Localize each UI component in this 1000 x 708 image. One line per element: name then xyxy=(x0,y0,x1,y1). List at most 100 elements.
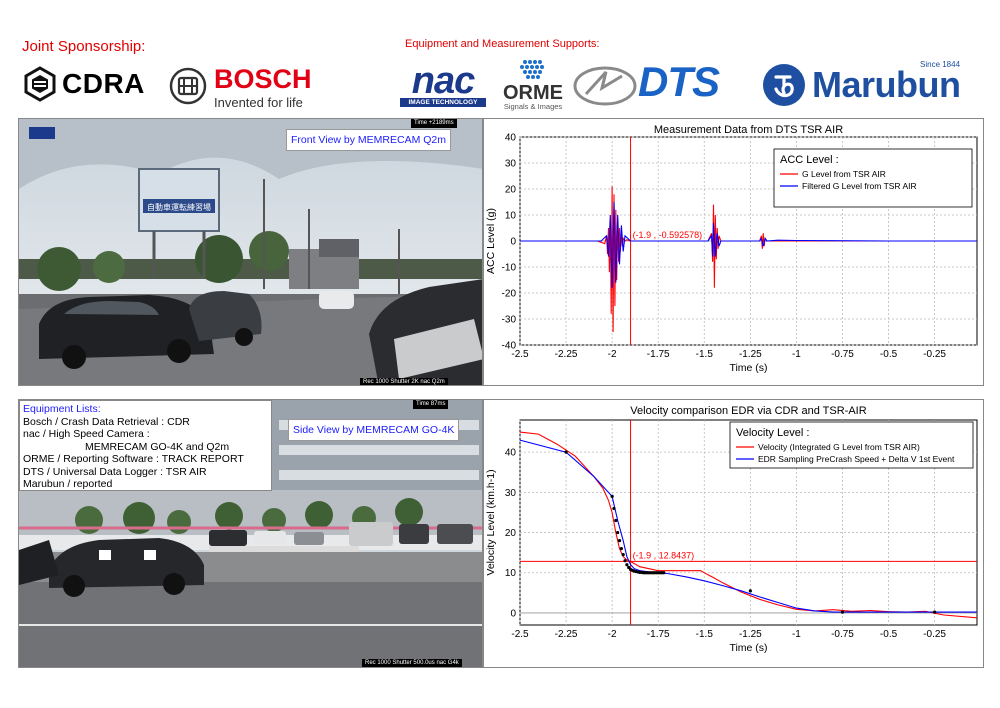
x-tick-label: -1.75 xyxy=(647,349,670,360)
edr-sample-point xyxy=(625,563,629,567)
x-tick-label: -1.5 xyxy=(696,349,714,360)
x-tick-label: -1.75 xyxy=(647,629,670,640)
front-status-rec: Rec xyxy=(363,379,374,385)
x-tick-label: -1.5 xyxy=(696,629,714,640)
velocity-chart-panel: Velocity comparison EDR via CDR and TSR-… xyxy=(483,399,984,668)
y-axis-label: ACC Level (g) xyxy=(485,208,497,274)
y-tick-label: -10 xyxy=(502,263,517,274)
side-status-brand: nac xyxy=(436,660,447,666)
y-tick-label: 0 xyxy=(510,237,516,248)
side-time-label: Time xyxy=(416,401,430,407)
side-status-shutter: Shutter xyxy=(392,660,412,666)
chart-title: Measurement Data from DTS TSR AIR xyxy=(654,124,843,136)
edr-sample-point xyxy=(612,506,616,511)
x-tick-label: -2.25 xyxy=(555,349,578,360)
y-tick-label: 40 xyxy=(505,448,517,459)
nac-wordmark: nac xyxy=(411,60,475,102)
side-view-label: Side View by MEMRECAM GO-4K xyxy=(288,419,460,441)
front-status-shutter: Shutter xyxy=(390,379,410,385)
bosch-armature-icon xyxy=(169,67,207,105)
x-tick-label: -0.25 xyxy=(923,349,946,360)
cdra-wordmark: CDRA xyxy=(62,68,145,99)
legend-title: Velocity Level : xyxy=(736,427,809,439)
front-status-brand: nac xyxy=(420,379,431,385)
y-tick-label: -30 xyxy=(502,315,517,326)
cdra-logo: CDRA xyxy=(22,66,154,102)
dts-wordmark: DTS xyxy=(638,58,720,105)
x-tick-label: -1 xyxy=(792,629,801,640)
edr-sample-point xyxy=(840,610,845,614)
bosch-tagline: Invented for life xyxy=(214,95,303,110)
front-status-fps: 1000 xyxy=(375,379,389,385)
x-tick-label: -2.5 xyxy=(511,629,529,640)
legend-entry: EDR Sampling PreCrash Speed + Delta V 1s… xyxy=(758,454,955,464)
nac-logo: nac IMAGE TECHNOLOGY xyxy=(400,60,486,108)
equipment-title: Equipment Lists: xyxy=(23,403,101,415)
x-tick-label: -0.25 xyxy=(923,629,946,640)
y-tick-label: -20 xyxy=(502,289,517,300)
front-time-value: +2189ms xyxy=(428,120,454,126)
x-tick-label: -1.25 xyxy=(739,629,762,640)
front-time-label: Time xyxy=(414,120,428,126)
side-status-exposure: 500.0us xyxy=(413,660,435,666)
orme-logo: ORME Signals & Images xyxy=(500,58,566,111)
edr-sample-point xyxy=(748,589,752,593)
marubun-logo: Since 1844 Marubun xyxy=(762,60,967,110)
y-tick-label: 20 xyxy=(505,528,517,539)
acc-chart: Measurement Data from DTS TSR AIR-2.5 -2.… xyxy=(485,124,978,374)
edr-sample-point xyxy=(617,538,622,543)
cdra-emblem-icon xyxy=(24,66,56,102)
front-status-bar: Rec 1000 Shutter 2K nac Q2m xyxy=(360,378,448,385)
side-status-camera: G4k xyxy=(447,660,459,666)
front-view-video[interactable]: 自動車運転練習場 Time +2189ms Front View by MEMR… xyxy=(18,118,483,386)
legend-entry: Velocity (Integrated G Level from TSR AI… xyxy=(758,442,920,452)
y-tick-label: 30 xyxy=(505,488,517,499)
x-tick-label: -1 xyxy=(792,349,801,360)
front-status-res: 2K xyxy=(411,379,419,385)
edr-sample-point xyxy=(564,450,568,454)
y-tick-label: 0 xyxy=(510,608,516,619)
velocity-chart: Velocity comparison EDR via CDR and TSR-… xyxy=(485,405,978,654)
front-view-label: Front View by MEMRECAM Q2m xyxy=(286,129,452,151)
x-tick-label: -0.75 xyxy=(831,349,854,360)
y-tick-label: 10 xyxy=(505,211,517,222)
edr-sample-point xyxy=(619,547,623,551)
marubun-emblem-icon xyxy=(763,64,805,106)
front-view-scene: 自動車運転練習場 xyxy=(19,119,482,385)
x-tick-label: -2 xyxy=(608,349,617,360)
billboard-text: 自動車運転練習場 xyxy=(147,202,211,212)
edr-sample-point xyxy=(621,553,625,557)
y-tick-label: 10 xyxy=(505,568,517,579)
y-tick-label: -40 xyxy=(502,341,517,352)
chart-title: Velocity comparison EDR via CDR and TSR-… xyxy=(630,405,866,417)
edr-sample-point xyxy=(614,518,618,523)
edr-sample-point xyxy=(610,494,614,498)
x-axis-label: Time (s) xyxy=(729,362,767,374)
side-time-readout: Time 87ms xyxy=(413,400,449,409)
x-tick-label: -2 xyxy=(608,629,617,640)
equipment-line: DTS / Universal Data Logger : TSR AIR xyxy=(23,465,207,478)
equipment-line: Marubun / reported xyxy=(23,478,113,490)
x-tick-label: -0.75 xyxy=(831,629,854,640)
equipment-line: MEMRECAM GO-4K and Q2m xyxy=(85,440,230,453)
joint-sponsorship-label: Joint Sponsorship: xyxy=(22,38,146,55)
side-view-video[interactable]: Equipment Lists: Bosch / Crash Data Retr… xyxy=(18,399,483,668)
edr-sample-point xyxy=(616,530,620,535)
dts-swoosh-icon xyxy=(573,66,637,106)
cursor-label: (-1.9 , 12.8437) xyxy=(633,550,695,560)
legend-title: ACC Level : xyxy=(780,154,839,166)
side-status-bar: Rec 1000 Shutter 500.0us nac G4k xyxy=(362,659,462,667)
y-tick-label: 40 xyxy=(505,133,517,144)
marubun-wordmark: Marubun xyxy=(812,64,961,105)
equipment-line: nac / High Speed Camera : xyxy=(23,428,150,440)
y-tick-label: 30 xyxy=(505,159,517,170)
x-tick-label: -2.25 xyxy=(555,629,578,640)
nac-tagline: IMAGE TECHNOLOGY xyxy=(400,98,486,107)
equipment-supports-label: Equipment and Measurement Supports: xyxy=(405,38,600,50)
orme-tagline: Signals & Images xyxy=(503,102,563,111)
side-time-value: 87ms xyxy=(430,401,446,407)
edr-sample-point xyxy=(662,571,666,575)
side-status-rec: Rec xyxy=(365,660,376,666)
front-time-readout: Time +2189ms xyxy=(411,119,457,128)
cursor-label: (-1.9 , -0.592578) xyxy=(633,230,703,240)
